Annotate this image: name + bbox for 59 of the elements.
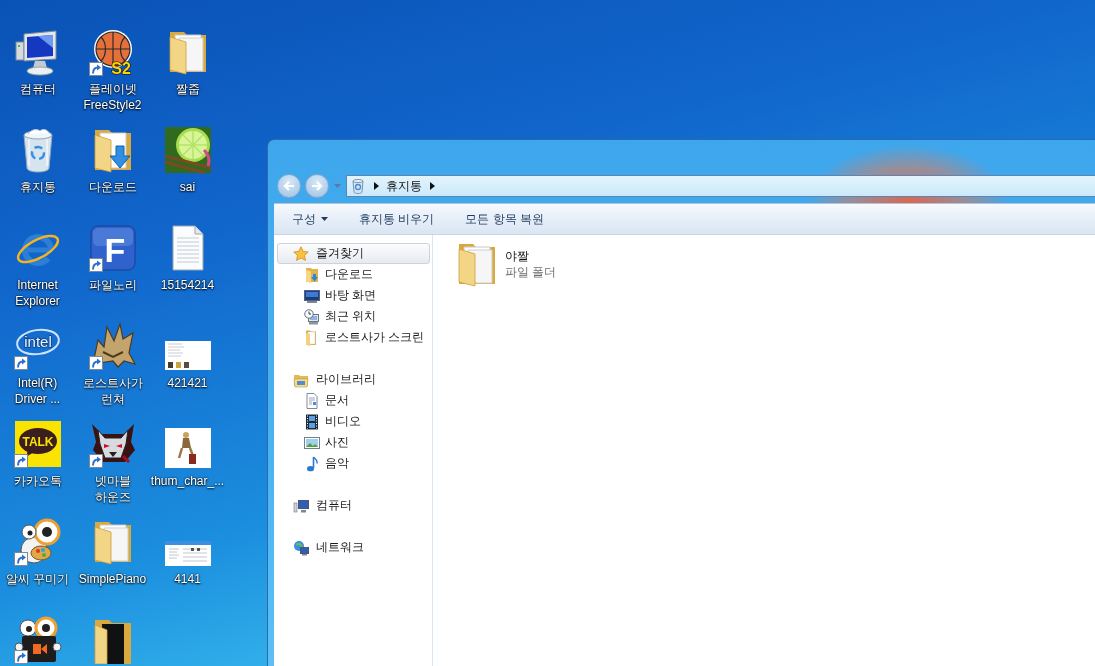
document-icon [304, 392, 320, 409]
screenshot-thumbnail[interactable] [164, 541, 211, 566]
monitor-icon [304, 287, 320, 304]
icon-label[interactable]: 짤줍 [175, 81, 200, 97]
nav-item[interactable]: 라이브러리 [277, 369, 430, 390]
icon-label[interactable]: Internet Explorer [0, 277, 75, 309]
breadcrumb-arrow-icon[interactable] [430, 182, 435, 190]
download-folder-icon [304, 266, 320, 283]
image-thumbnail[interactable] [164, 428, 211, 468]
icon-label[interactable]: 넷마블 하운즈 [75, 473, 150, 505]
film-strip-icon [304, 413, 320, 430]
nav-item[interactable]: 음악 [277, 453, 430, 474]
icon-label[interactable]: 카카오톡 [13, 473, 62, 489]
nav-item[interactable]: 즐겨찾기 [277, 243, 430, 264]
lime-slice-icon[interactable] [163, 126, 212, 174]
breadcrumb[interactable]: 휴지통 [386, 177, 422, 195]
nav-item[interactable]: 문서 [277, 390, 430, 411]
image-thumbnail[interactable] [164, 341, 211, 370]
toolbar-button[interactable]: 모든 항목 복원 [457, 207, 552, 231]
icon-label[interactable]: 15154214 [160, 277, 215, 293]
icon-label[interactable]: 알씨 꾸미기 [5, 571, 70, 587]
caret-icon [321, 217, 328, 221]
menu-button[interactable]: 구성 [284, 207, 336, 231]
icon-label[interactable]: 휴지통 [19, 179, 56, 195]
network-icon [293, 539, 309, 556]
icon-label[interactable]: SimplePiano [78, 571, 147, 587]
nav-item[interactable]: 사진 [277, 432, 430, 453]
picture-icon [304, 434, 320, 451]
nav-item[interactable]: 비디오 [277, 411, 430, 432]
icon-label[interactable]: Intel(R) Driver ... [0, 375, 75, 407]
computer-icon [293, 497, 309, 514]
speech-bubble-logo[interactable]: TALK [13, 420, 62, 468]
nav-item[interactable]: 최근 위치 [277, 306, 430, 327]
video-camera-mascot-icon[interactable] [13, 616, 62, 664]
nav-item[interactable]: 바탕 화면 [277, 285, 430, 306]
toolbar-button[interactable]: 휴지통 비우기 [351, 207, 443, 231]
file-type: 파일 폴더 [505, 264, 557, 280]
nav-item[interactable]: 네트워크 [277, 537, 430, 558]
right-arrow-icon [311, 180, 323, 192]
left-arrow-icon [283, 180, 295, 192]
icon-label[interactable]: 421421 [167, 375, 208, 391]
recycle-bin-icon [350, 178, 366, 194]
icon-label[interactable]: thum_char_... [150, 473, 225, 489]
icon-label[interactable]: 컴퓨터 [19, 81, 56, 97]
icon-label[interactable]: 파일노리 [88, 277, 137, 293]
recent-places-icon [304, 308, 320, 325]
address-bar[interactable]: 휴지통 [346, 175, 1095, 197]
letter-tile-logo[interactable]: F [88, 224, 137, 272]
icon-label[interactable]: 다운로드 [88, 179, 137, 195]
breadcrumb-arrow-icon[interactable] [374, 182, 379, 190]
music-note-icon [304, 455, 320, 472]
nav-item[interactable]: 컴퓨터 [277, 495, 430, 516]
icon-label[interactable]: 플레이넷 FreeStyle2 [75, 81, 150, 113]
nav-item[interactable]: 로스트사가 스크린 [277, 327, 430, 348]
icon-label[interactable]: sai [179, 179, 196, 195]
nav-item[interactable]: 다운로드 [277, 264, 430, 285]
file-name[interactable]: 야짤 [505, 248, 557, 264]
icon-label[interactable]: 로스트사가 런쳐 [75, 375, 150, 407]
star-icon [293, 245, 309, 262]
